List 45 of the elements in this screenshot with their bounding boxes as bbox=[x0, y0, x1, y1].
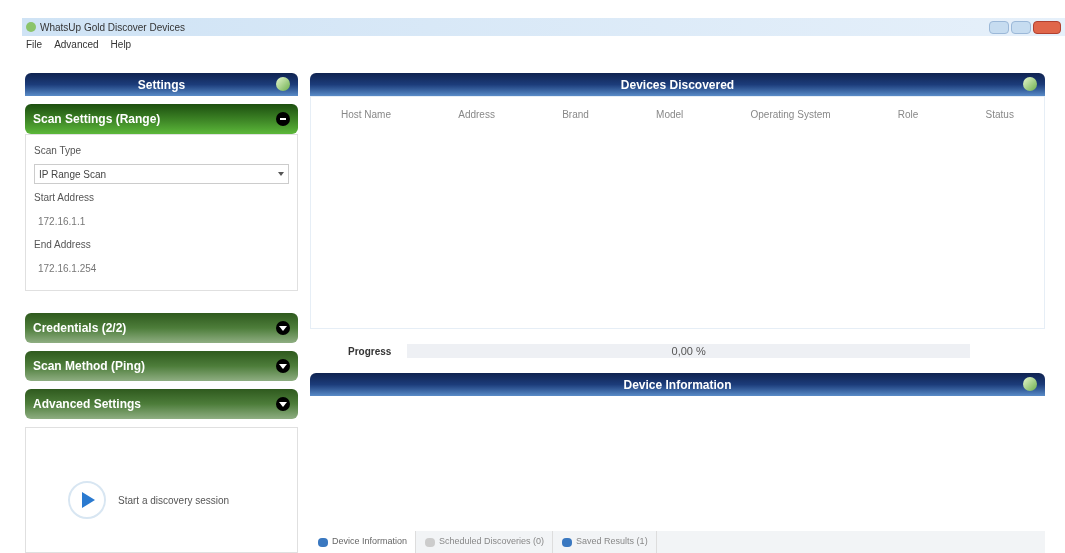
column-header[interactable]: Operating System bbox=[750, 107, 831, 122]
section-title: Credentials (2/2) bbox=[33, 320, 127, 337]
field-label: Scan Type bbox=[34, 144, 83, 158]
field-label: Start Address bbox=[34, 191, 96, 205]
window-title: WhatsUp Gold Discover Devices bbox=[40, 20, 186, 35]
caret-icon bbox=[278, 172, 284, 176]
status-orb-icon bbox=[1023, 77, 1037, 91]
app-icon bbox=[26, 22, 36, 32]
progress-label: Progress bbox=[348, 344, 392, 359]
column-header[interactable]: Model bbox=[656, 107, 684, 122]
tab-icon bbox=[318, 537, 328, 547]
panel-title: Device Information bbox=[623, 376, 732, 394]
section-title: Advanced Settings bbox=[33, 396, 142, 413]
tab-icon bbox=[425, 537, 436, 547]
start-address-field[interactable]: 172.16.1.1 bbox=[34, 211, 289, 231]
scan-type-dropdown[interactable]: IP Range Scan bbox=[34, 164, 289, 184]
column-header[interactable]: Host Name bbox=[341, 107, 391, 122]
menu-item[interactable]: Help bbox=[110, 36, 132, 52]
section-header[interactable]: Credentials (2/2) bbox=[25, 313, 298, 343]
field-label: End Address bbox=[34, 238, 92, 252]
menu-item[interactable]: File bbox=[26, 36, 43, 52]
column-header[interactable]: Role bbox=[897, 107, 919, 122]
status-orb-icon bbox=[276, 77, 290, 91]
menu-item[interactable]: Advanced bbox=[54, 36, 99, 52]
section-header[interactable]: Scan Method (Ping) bbox=[25, 351, 298, 381]
tab-icon bbox=[562, 537, 573, 547]
end-address-field[interactable]: 172.16.1.254 bbox=[34, 258, 289, 278]
status-orb-icon bbox=[1023, 377, 1037, 391]
section-title: Scan Settings (Range) bbox=[33, 111, 161, 128]
collapse-icon[interactable] bbox=[276, 112, 290, 126]
section-header[interactable]: Scan Settings (Range) bbox=[25, 104, 298, 134]
collapse-icon[interactable] bbox=[276, 397, 290, 411]
collapse-icon[interactable] bbox=[276, 359, 290, 373]
section-header[interactable]: Advanced Settings bbox=[25, 389, 298, 419]
column-header[interactable]: Address bbox=[458, 107, 495, 122]
panel-title: Devices Discovered bbox=[620, 76, 735, 94]
collapse-icon[interactable] bbox=[276, 321, 290, 335]
section-title: Scan Method (Ping) bbox=[33, 358, 145, 375]
bottom-tab[interactable]: Device Information bbox=[310, 531, 417, 553]
column-header[interactable]: Status bbox=[985, 107, 1014, 122]
panel-title: Settings bbox=[137, 76, 186, 94]
play-icon bbox=[68, 481, 106, 519]
close-button[interactable] bbox=[1033, 20, 1061, 34]
column-header[interactable]: Brand bbox=[562, 107, 589, 122]
start-button[interactable]: Start a discovery session bbox=[68, 481, 230, 519]
